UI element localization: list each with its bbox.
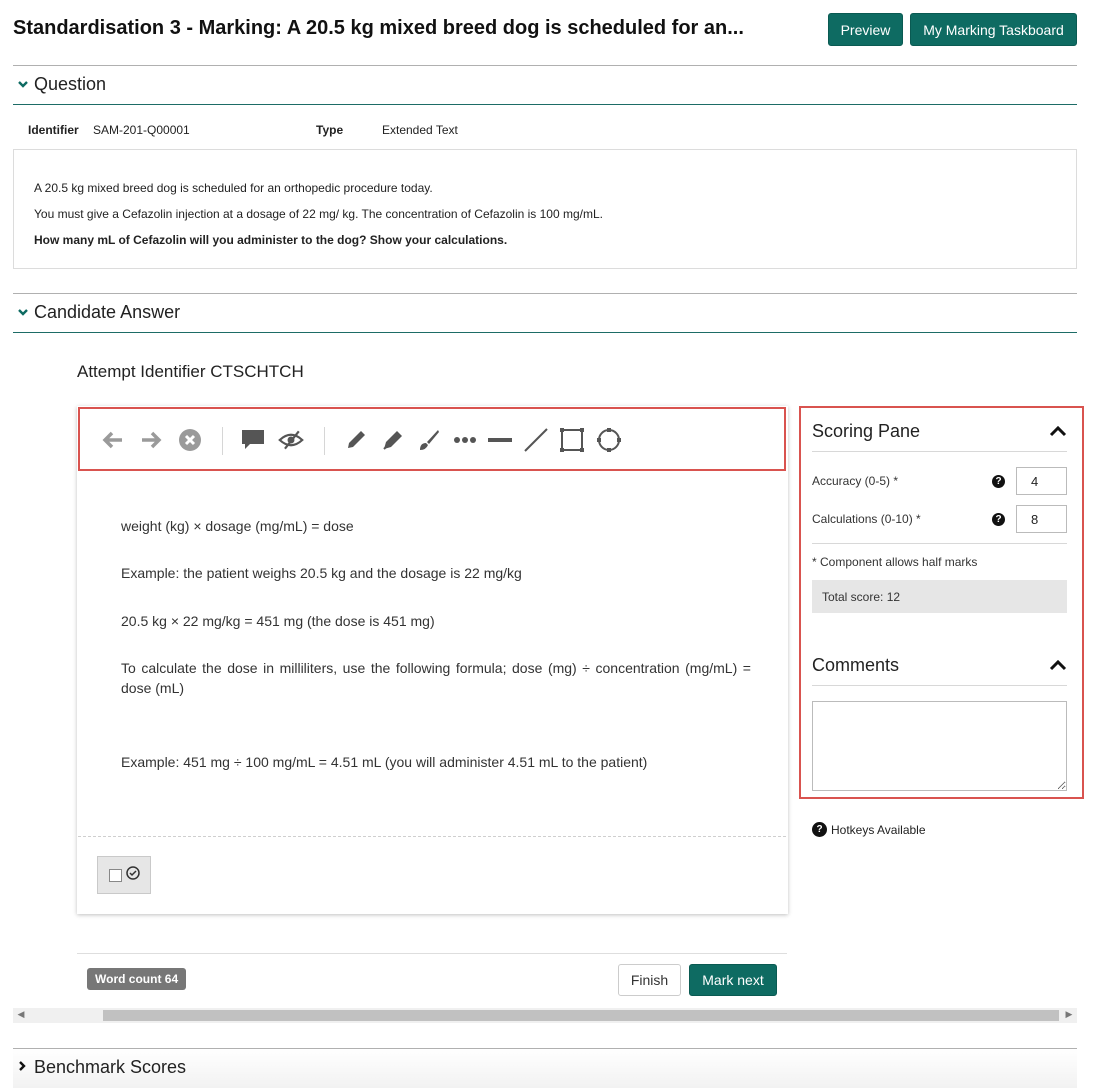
type-value: Extended Text [382, 123, 458, 137]
hide-icon[interactable] [278, 427, 304, 453]
divider [812, 451, 1067, 452]
circle-icon[interactable] [596, 427, 622, 453]
answer-line: Example: 451 mg ÷ 100 mg/mL = 4.51 mL (y… [121, 754, 648, 770]
finish-button[interactable]: Finish [618, 964, 681, 996]
dots-icon[interactable] [452, 427, 478, 453]
calculations-score-input[interactable] [1016, 505, 1067, 533]
scroll-left-icon[interactable]: ◀ [15, 1009, 27, 1020]
hotkeys-label: Hotkeys Available [831, 822, 926, 837]
answer-line: Example: the patient weighs 20.5 kg and … [121, 565, 522, 581]
chevron-down-icon [17, 77, 31, 92]
scoring-pane-title: Scoring Pane [812, 421, 921, 441]
candidate-answer-label: Candidate Answer [34, 302, 181, 322]
help-icon: ? [812, 822, 827, 837]
question-line: You must give a Cefazolin injection at a… [34, 207, 603, 221]
calculations-label: Calculations (0-10) * [812, 512, 921, 526]
preview-button[interactable]: Preview [828, 13, 903, 46]
divider [13, 65, 1077, 66]
marking-taskboard-button[interactable]: My Marking Taskboard [910, 13, 1077, 46]
brush-icon[interactable] [416, 427, 442, 453]
chevron-right-icon [17, 1060, 31, 1075]
question-line: A 20.5 kg mixed breed dog is scheduled f… [34, 181, 433, 195]
scrollbar-thumb[interactable] [103, 1010, 1059, 1021]
identifier-value: SAM-201-Q00001 [93, 123, 190, 137]
divider [13, 332, 1077, 333]
page-title: Standardisation 3 - Marking: A 20.5 kg m… [13, 17, 744, 39]
question-prompt: How many mL of Cefazolin will you admini… [34, 233, 508, 247]
answer-line: weight (kg) × dosage (mg/mL) = dose [121, 518, 354, 534]
chevron-up-icon[interactable] [1049, 658, 1067, 676]
divider [13, 104, 1077, 105]
marker-icon[interactable] [380, 427, 406, 453]
question-text-box: A 20.5 kg mixed breed dog is scheduled f… [13, 149, 1077, 269]
type-label: Type [316, 123, 344, 137]
arrow-left-icon[interactable] [100, 427, 126, 453]
pencil-icon[interactable] [343, 427, 369, 453]
divider [812, 685, 1067, 686]
rectangle-icon[interactable] [559, 427, 585, 453]
comments-title: Comments [812, 655, 900, 675]
identifier-label: Identifier [28, 123, 79, 137]
benchmark-section-label: Benchmark Scores [34, 1057, 187, 1077]
line-thick-icon[interactable] [487, 427, 513, 453]
divider [812, 543, 1067, 544]
check-circle-icon [125, 865, 140, 885]
clear-icon[interactable] [177, 427, 203, 453]
accuracy-score-input[interactable] [1016, 467, 1067, 495]
mark-next-button[interactable]: Mark next [689, 964, 777, 996]
question-section-label: Question [34, 74, 107, 94]
question-section-toggle[interactable]: Question [17, 74, 106, 95]
divider [77, 953, 787, 954]
hotkeys-link[interactable]: ? Hotkeys Available [812, 822, 926, 837]
benchmark-section-toggle[interactable]: Benchmark Scores [17, 1057, 186, 1078]
toolbar-separator [324, 427, 325, 455]
candidate-answer-section-toggle[interactable]: Candidate Answer [17, 302, 180, 323]
attempt-identifier: Attempt Identifier CTSCHTCH [77, 362, 304, 381]
chevron-down-icon [17, 305, 31, 320]
answer-line: To calculate the dose in milliliters, us… [121, 660, 751, 696]
comments-textarea[interactable] [812, 701, 1067, 791]
answer-line: 20.5 kg × 22 mg/kg = 451 mg (the dose is… [121, 613, 435, 629]
half-marks-note: * Component allows half marks [812, 555, 978, 569]
word-count-badge: Word count 64 [87, 968, 187, 990]
checkbox[interactable] [108, 868, 122, 882]
toolbar-separator [222, 427, 223, 455]
total-score: Total score: 12 [812, 580, 1067, 613]
divider [13, 293, 1077, 294]
accuracy-label: Accuracy (0-5) * [812, 474, 899, 488]
line-diagonal-icon[interactable] [523, 427, 549, 453]
scroll-right-icon[interactable]: ▶ [1063, 1009, 1075, 1020]
mark-seen-toggle[interactable] [97, 856, 151, 894]
divider [78, 836, 786, 837]
annotation-toolbar [78, 407, 786, 471]
comment-icon[interactable] [240, 427, 266, 453]
chevron-up-icon[interactable] [1049, 424, 1067, 442]
arrow-right-icon[interactable] [138, 427, 164, 453]
help-icon[interactable]: ? [992, 513, 1005, 526]
help-icon[interactable]: ? [992, 475, 1005, 488]
